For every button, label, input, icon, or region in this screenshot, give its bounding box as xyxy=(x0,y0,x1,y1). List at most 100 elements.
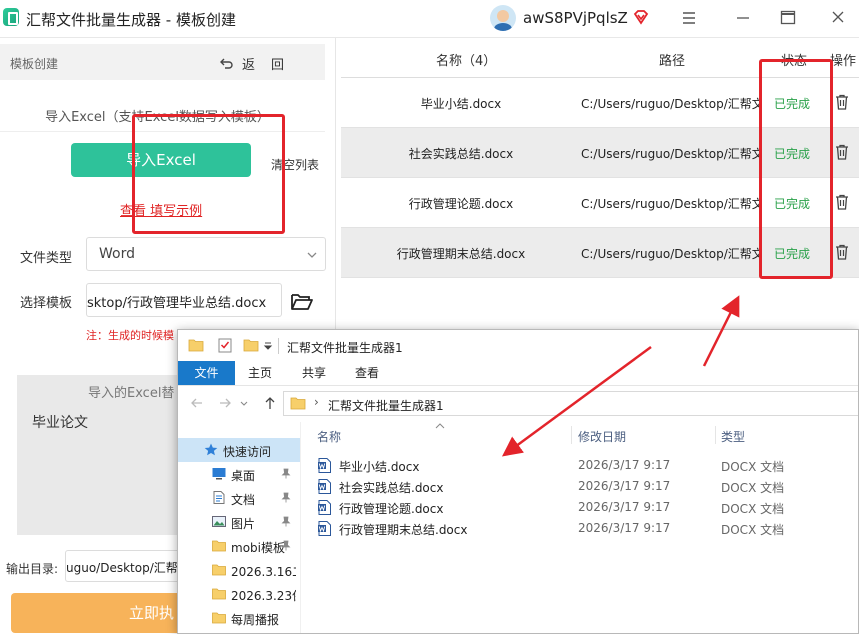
file-name: 行政管理论题.docx xyxy=(339,502,444,516)
file-row[interactable]: 社会实践总结.docx 2026/3/17 9:17 DOCX 文档 xyxy=(301,476,858,497)
nav-item-desktop[interactable]: 桌面 xyxy=(178,462,298,486)
nav-item-mobi-template[interactable]: mobi模板 xyxy=(178,534,298,558)
tab-share[interactable]: 共享 xyxy=(288,361,340,385)
properties-icon[interactable] xyxy=(218,337,232,353)
preview-content: 毕业论文 xyxy=(32,415,88,431)
example-link[interactable]: 查看 填写示例 xyxy=(120,200,202,219)
output-dir-input[interactable]: uguo/Desktop/汇帮文 xyxy=(65,550,185,582)
user-avatar[interactable] xyxy=(490,5,516,31)
tab-view[interactable]: 查看 xyxy=(341,361,393,385)
table-row[interactable]: 行政管理期末总结.docx C:/Users/ruguo/Desktop/汇帮文… xyxy=(341,228,859,278)
file-date: 2026/3/17 9:17 xyxy=(578,500,671,514)
chevron-down-icon[interactable] xyxy=(240,396,248,410)
file-type: DOCX 文档 xyxy=(721,460,785,474)
nav-item-folder[interactable]: 每周播报 xyxy=(178,606,298,630)
trash-icon[interactable] xyxy=(835,194,849,210)
nav-item-label: 2026.3.23保 xyxy=(231,589,296,603)
file-row[interactable]: 行政管理期末总结.docx 2026/3/17 9:17 DOCX 文档 xyxy=(301,518,858,539)
template-path-value: sktop/行政管理毕业总结.docx xyxy=(87,296,267,311)
maximize-icon[interactable] xyxy=(775,6,801,30)
file-type-select[interactable]: Word xyxy=(86,237,326,271)
close-icon[interactable] xyxy=(825,6,851,30)
customize-toolbar-icon[interactable] xyxy=(263,341,273,351)
folder-icon xyxy=(212,540,226,552)
row-status: 已完成 xyxy=(774,97,811,111)
table-row[interactable]: 行政管理论题.docx C:/Users/ruguo/Desktop/汇帮文 已… xyxy=(341,178,859,228)
panel-header: 模板创建 返 回 xyxy=(0,44,325,80)
row-file-name: 行政管理期末总结.docx xyxy=(396,247,526,261)
import-excel-button[interactable]: 导入Excel xyxy=(71,143,251,177)
file-type: DOCX 文档 xyxy=(721,502,785,516)
folder-open-icon[interactable] xyxy=(290,291,314,311)
word-file-icon xyxy=(318,500,331,515)
address-input[interactable]: › 汇帮文件批量生成器1 xyxy=(283,391,858,416)
nav-item-label: 每周播报 xyxy=(231,613,280,627)
back-arrow-icon[interactable] xyxy=(218,54,234,70)
nav-item-label: 快速访问 xyxy=(223,445,272,459)
picture-icon xyxy=(212,516,226,527)
tab-home[interactable]: 主页 xyxy=(235,361,285,385)
template-note: 注：生成的时候模 xyxy=(86,329,174,342)
column-header-type[interactable]: 类型 xyxy=(721,428,745,445)
up-arrow-icon[interactable] xyxy=(263,396,277,410)
table-row[interactable]: 毕业小结.docx C:/Users/ruguo/Desktop/汇帮文 已完成 xyxy=(341,78,859,128)
desktop-icon xyxy=(212,468,226,480)
file-date: 2026/3/17 9:17 xyxy=(578,521,671,535)
vip-diamond-icon[interactable] xyxy=(633,9,649,25)
star-icon xyxy=(204,443,218,456)
trash-icon[interactable] xyxy=(835,94,849,110)
file-name: 行政管理期末总结.docx xyxy=(339,523,468,537)
clear-list-button[interactable]: 清空列表 xyxy=(271,156,319,173)
breadcrumb-chevron-icon: › xyxy=(314,395,319,409)
panel-title: 模板创建 xyxy=(10,57,59,71)
row-file-path: C:/Users/ruguo/Desktop/汇帮文 xyxy=(581,97,761,111)
back-button-label[interactable]: 回 xyxy=(271,54,284,73)
output-dir-label: 输出目录: xyxy=(6,562,59,576)
output-dir-value: uguo/Desktop/汇帮文 xyxy=(66,561,185,575)
minimize-icon[interactable] xyxy=(730,6,756,30)
navigation-pane: 快速访问 桌面 文档 图片 mobi模板 2026.3.16 2026.3.23… xyxy=(178,422,300,633)
column-header-path[interactable]: 路径 xyxy=(659,50,685,69)
new-folder-icon[interactable] xyxy=(243,338,259,352)
divider xyxy=(278,338,279,354)
nav-item-quick-access[interactable]: 快速访问 xyxy=(178,438,300,462)
column-header-name[interactable]: 名称 xyxy=(317,428,341,445)
folder-icon xyxy=(188,339,204,352)
file-type: DOCX 文档 xyxy=(721,481,785,495)
folder-icon xyxy=(212,564,226,576)
forward-arrow-icon[interactable] xyxy=(218,396,232,410)
column-separator[interactable] xyxy=(571,426,572,444)
back-arrow-icon[interactable] xyxy=(190,396,204,410)
file-type-label: 文件类型 xyxy=(20,251,73,266)
row-file-path: C:/Users/ruguo/Desktop/汇帮文 xyxy=(581,147,761,161)
nav-item-documents[interactable]: 文档 xyxy=(178,486,298,510)
title-bar: 汇帮文件批量生成器 - 模板创建 awS8PVjPqlsZ xyxy=(0,0,859,38)
app-logo-icon xyxy=(3,8,19,26)
menu-icon[interactable] xyxy=(676,6,702,30)
table-row[interactable]: 社会实践总结.docx C:/Users/ruguo/Desktop/汇帮文 已… xyxy=(341,128,859,178)
trash-icon[interactable] xyxy=(835,144,849,160)
file-row[interactable]: 毕业小结.docx 2026/3/17 9:17 DOCX 文档 xyxy=(301,455,858,476)
column-header-status[interactable]: 状态 xyxy=(781,50,807,69)
file-row[interactable]: 行政管理论题.docx 2026/3/17 9:17 DOCX 文档 xyxy=(301,497,858,518)
nav-item-folder[interactable]: 2026.3.23保 xyxy=(178,582,298,606)
nav-item-folder[interactable]: 2026.3.16二 xyxy=(178,558,298,582)
file-name: 毕业小结.docx xyxy=(339,460,420,474)
back-button[interactable]: 返 xyxy=(242,54,255,73)
template-path-input[interactable]: sktop/行政管理毕业总结.docx xyxy=(86,283,282,317)
nav-item-label: 2026.3.16二 xyxy=(231,565,296,579)
trash-icon[interactable] xyxy=(835,244,849,260)
nav-item-pictures[interactable]: 图片 xyxy=(178,510,298,534)
pin-icon xyxy=(281,468,291,479)
document-icon xyxy=(213,491,225,504)
column-separator[interactable] xyxy=(715,426,716,444)
column-header-name[interactable]: 名称（4） xyxy=(436,50,496,69)
address-path[interactable]: 汇帮文件批量生成器1 xyxy=(328,397,444,414)
row-file-name: 毕业小结.docx xyxy=(420,97,502,111)
column-header-date[interactable]: 修改日期 xyxy=(578,428,626,445)
app-title: 汇帮文件批量生成器 - 模板创建 xyxy=(26,11,236,29)
username[interactable]: awS8PVjPqlsZ xyxy=(523,9,628,27)
tab-file[interactable]: 文件 xyxy=(178,361,235,385)
folder-icon xyxy=(212,612,226,624)
row-file-path: C:/Users/ruguo/Desktop/汇帮文 xyxy=(581,247,761,261)
